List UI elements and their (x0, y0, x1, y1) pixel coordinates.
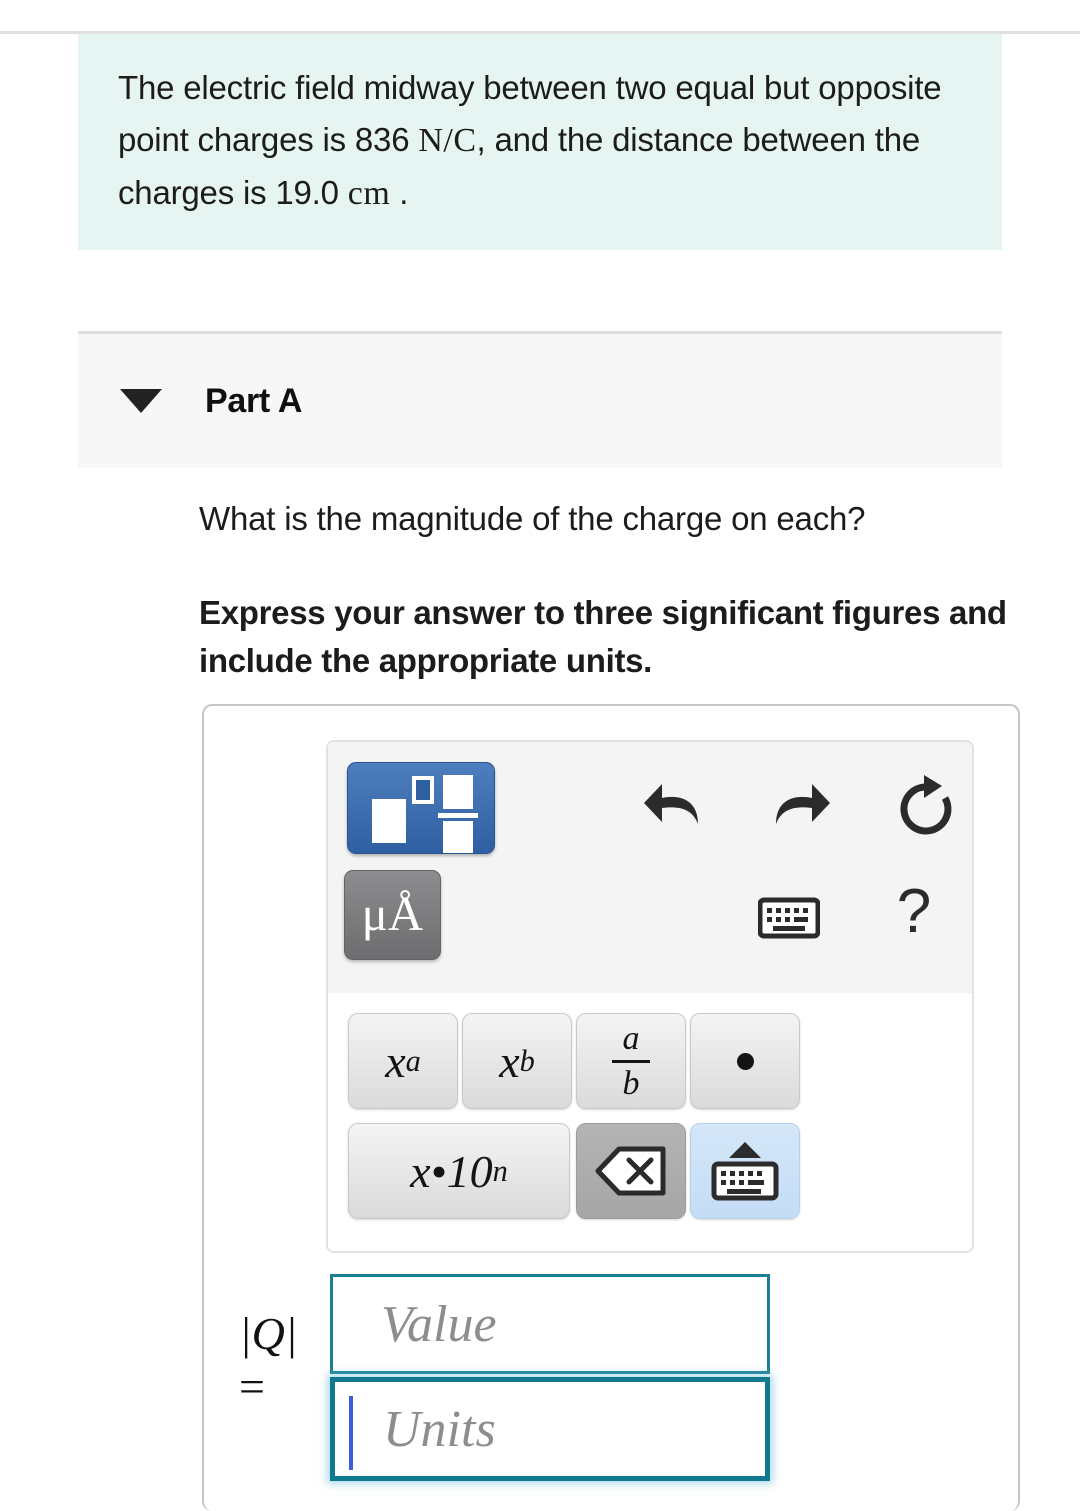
value-input[interactable]: Value (330, 1274, 770, 1374)
answer-label-equals: = (239, 1360, 265, 1412)
math-toolbar-key-section: xa xb a b x•10 n (328, 993, 972, 1251)
fraction-key[interactable]: a b (576, 1013, 686, 1109)
problem-statement-box: The electric field midway between two eq… (78, 34, 1002, 250)
template-fraction-bar-icon (438, 813, 478, 818)
reset-icon[interactable] (890, 768, 962, 844)
undo-icon[interactable] (638, 770, 710, 842)
template-fraction-numerator-icon (443, 775, 473, 809)
fraction-key-stack: a b (612, 1021, 650, 1101)
redo-icon[interactable] (764, 770, 836, 842)
backspace-key[interactable] (576, 1123, 686, 1219)
value-input-placeholder: Value (381, 1295, 497, 1353)
part-a-header[interactable]: Part A (78, 331, 1002, 468)
fraction-bar-icon (612, 1059, 650, 1063)
question-prompt: What is the magnitude of the charge on e… (199, 500, 866, 537)
problem-statement-text: The electric field midway between two eq… (118, 62, 972, 221)
keyboard-icon[interactable] (756, 890, 822, 946)
keyboard-up-icon (711, 1142, 779, 1201)
subscript-key-index: b (519, 1043, 535, 1078)
units-input[interactable]: Units (330, 1377, 770, 1481)
answer-box: μÅ ? x a x b a b x•10 n |Q| = Value Unit… (202, 704, 1020, 1511)
fraction-key-denominator: b (622, 1064, 640, 1102)
help-icon[interactable]: ? (884, 874, 944, 950)
math-toolbar-top-section: μÅ ? (328, 742, 972, 993)
superscript-key-exponent: a (405, 1043, 421, 1078)
question-instruction: Express your answer to three significant… (199, 593, 1007, 679)
scientific-notation-key[interactable]: x•10 n (348, 1123, 570, 1219)
help-label: ? (896, 877, 932, 946)
template-fraction-denominator-icon (443, 821, 473, 853)
keyboard-toggle-key[interactable] (690, 1123, 800, 1219)
problem-text-part3: . (399, 174, 409, 212)
text-cursor (349, 1396, 353, 1470)
triangle-down-icon[interactable] (120, 389, 162, 413)
template-box-icon (372, 799, 406, 843)
units-input-placeholder: Units (383, 1400, 496, 1458)
question-area: What is the magnitude of the charge on e… (199, 498, 1009, 685)
units-button[interactable]: μÅ (344, 870, 441, 960)
answer-label: |Q| = (239, 1308, 329, 1414)
answer-label-symbol: |Q| (239, 1308, 298, 1359)
problem-unit-distance: cm (347, 175, 391, 213)
part-a-title: Part A (205, 381, 303, 420)
subscript-key[interactable]: xb (462, 1013, 572, 1109)
template-superscript-icon (412, 776, 434, 804)
templates-button[interactable] (347, 762, 495, 854)
subscript-key-base: x (499, 1035, 520, 1087)
multiply-dot-key[interactable] (690, 1013, 800, 1109)
superscript-key-base: x (385, 1035, 406, 1087)
problem-unit-field: N/C (418, 121, 477, 159)
scientific-notation-key-exponent: n (492, 1153, 508, 1188)
multiply-dot-icon (736, 1052, 754, 1070)
fraction-key-numerator: a (622, 1019, 640, 1057)
scientific-notation-key-base: x•10 (410, 1145, 493, 1197)
superscript-key[interactable]: xa (348, 1013, 458, 1109)
backspace-icon (595, 1146, 666, 1196)
math-toolbar-panel: μÅ ? x a x b a b x•10 n (326, 740, 974, 1253)
